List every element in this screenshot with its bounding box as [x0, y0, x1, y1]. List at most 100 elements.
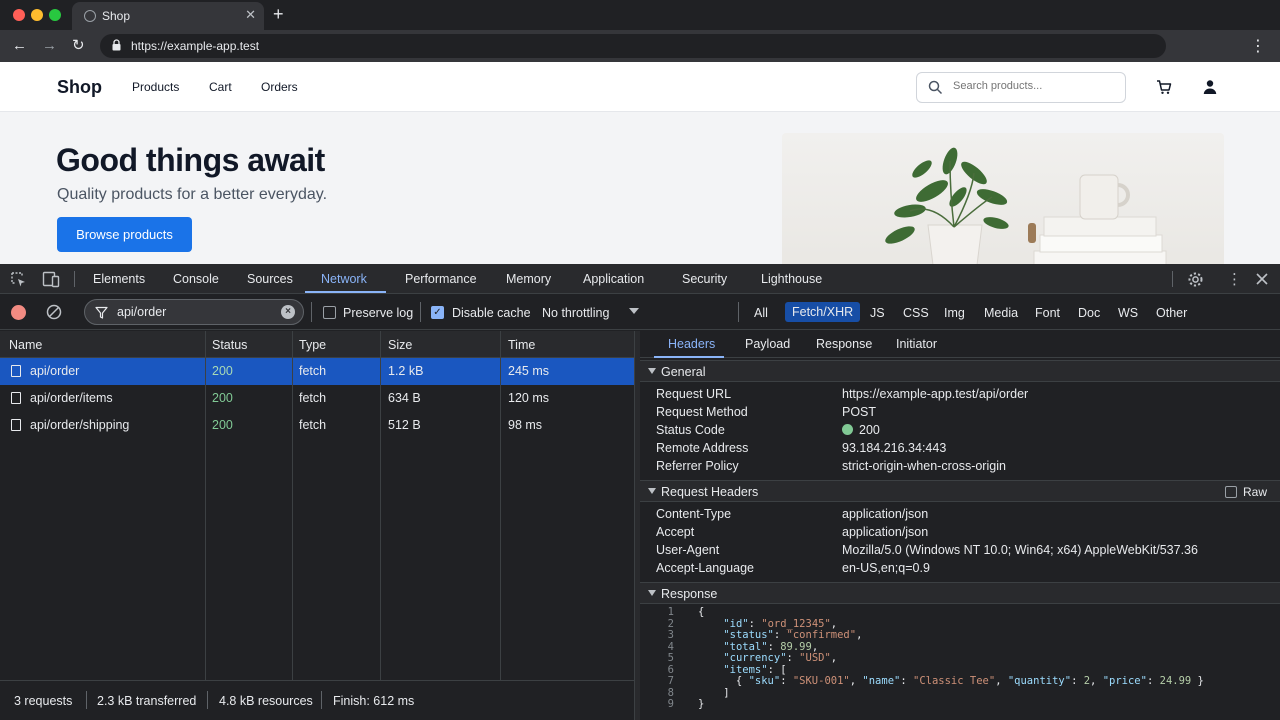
request-name[interactable]: api/order/shipping [30, 418, 129, 432]
type-filter-fetch-xhr[interactable]: Fetch/XHR [785, 302, 861, 322]
type-filter-ws[interactable]: WS [1118, 306, 1138, 320]
col-type[interactable]: Type [299, 338, 326, 352]
col-name[interactable]: Name [9, 338, 42, 352]
section-title[interactable]: Response [661, 587, 717, 601]
browser-toolbar: ← → ↻ https://example-app.test ⋮ [0, 30, 1280, 62]
new-tab-button[interactable]: + [273, 5, 284, 23]
type-filter-doc[interactable]: Doc [1078, 306, 1100, 320]
tab-elements[interactable]: Elements [93, 272, 145, 286]
tab-lighthouse[interactable]: Lighthouse [761, 272, 822, 286]
section-title[interactable]: Request Headers [661, 485, 758, 499]
header-key: Accept [656, 525, 695, 539]
forward-icon[interactable]: → [42, 36, 57, 56]
col-status[interactable]: Status [212, 338, 247, 352]
close-devtools-icon[interactable] [1256, 273, 1268, 285]
address-url[interactable]: https://example-app.test [131, 39, 259, 53]
tab-initiator[interactable]: Initiator [896, 337, 937, 351]
summary-divider [321, 691, 322, 709]
caret-down-icon[interactable] [648, 368, 656, 374]
col-size[interactable]: Size [388, 338, 412, 352]
nav-products[interactable]: Products [132, 80, 179, 94]
type-filter-js[interactable]: JS [870, 306, 885, 320]
tab-network[interactable]: Network [321, 272, 367, 286]
inspect-element-icon[interactable] [10, 271, 27, 288]
minimize-window-button[interactable] [31, 9, 43, 21]
type-filter-media[interactable]: Media [984, 306, 1018, 320]
record-button[interactable] [11, 305, 26, 320]
column-divider[interactable] [292, 331, 293, 684]
column-divider[interactable] [500, 331, 501, 684]
type-filter-font[interactable]: Font [1035, 306, 1060, 320]
request-type: fetch [299, 418, 327, 432]
close-tab-icon[interactable]: ✕ [245, 7, 256, 23]
more-options-icon[interactable]: ⋮ [1227, 270, 1242, 288]
address-bar[interactable]: https://example-app.test [100, 34, 1166, 58]
maximize-window-button[interactable] [49, 9, 61, 21]
column-divider[interactable] [205, 331, 206, 684]
cart-icon[interactable] [1156, 79, 1172, 95]
caret-down-icon[interactable] [648, 590, 656, 596]
search-input[interactable] [953, 80, 1118, 92]
header-value: 200 [859, 423, 880, 437]
disable-cache-label[interactable]: Disable cache [452, 306, 531, 320]
header-key: Referrer Policy [656, 459, 739, 473]
browse-products-button[interactable]: Browse products [57, 217, 192, 252]
filter-input[interactable] [117, 305, 267, 319]
gear-icon[interactable] [1187, 271, 1204, 288]
clear-icon[interactable] [46, 304, 62, 320]
chevron-down-icon[interactable] [629, 308, 639, 314]
preserve-log-checkbox[interactable] [323, 306, 336, 319]
toolbar-divider [311, 302, 312, 322]
back-icon[interactable]: ← [12, 36, 27, 56]
network-filter[interactable]: × [84, 299, 304, 325]
tab-headers[interactable]: Headers [668, 337, 715, 351]
request-name[interactable]: api/order/items [30, 391, 113, 405]
browser-tab-shop[interactable]: Shop ✕ [72, 2, 264, 30]
type-filter-img[interactable]: Img [944, 306, 965, 320]
tab-performance[interactable]: Performance [405, 272, 477, 286]
device-toolbar-icon[interactable] [42, 271, 60, 288]
tab-sources[interactable]: Sources [247, 272, 293, 286]
reload-icon[interactable]: ↻ [72, 36, 85, 56]
table-row[interactable]: api/order 200 fetch 1.2 kB 245 ms [0, 358, 634, 385]
request-name[interactable]: api/order [30, 364, 79, 378]
throttling-select[interactable]: No throttling [542, 306, 609, 320]
raw-label[interactable]: Raw [1243, 485, 1267, 499]
line-number: 9 [667, 698, 674, 710]
raw-checkbox[interactable] [1225, 486, 1237, 498]
tab-security[interactable]: Security [682, 272, 727, 286]
table-row[interactable]: api/order/items 200 fetch 634 B 120 ms [0, 385, 634, 412]
section-request-headers[interactable]: Request Headers Raw [640, 480, 1280, 502]
site-logo[interactable]: Shop [57, 77, 102, 98]
type-filter-css[interactable]: CSS [903, 306, 929, 320]
tab-memory[interactable]: Memory [506, 272, 551, 286]
clear-filter-icon[interactable]: × [281, 305, 295, 319]
table-row[interactable]: api/order/shipping 200 fetch 512 B 98 ms [0, 412, 634, 439]
preserve-log-label[interactable]: Preserve log [343, 306, 413, 320]
nav-orders[interactable]: Orders [261, 80, 298, 94]
product-search[interactable] [916, 72, 1126, 103]
document-icon [11, 419, 21, 431]
close-window-button[interactable] [13, 9, 25, 21]
type-filter-other[interactable]: Other [1156, 306, 1187, 320]
site-header: Shop Products Cart Orders [0, 62, 1280, 112]
code-line: 9} [640, 698, 1280, 711]
tab-payload[interactable]: Payload [745, 337, 790, 351]
type-filter-all[interactable]: All [754, 306, 768, 320]
col-time[interactable]: Time [508, 338, 535, 352]
code-text: { "sku": "SKU-001", "name": "Classic Tee… [698, 675, 1204, 687]
tab-response[interactable]: Response [816, 337, 872, 351]
disable-cache-checkbox[interactable]: ✓ [431, 306, 444, 319]
section-title[interactable]: General [661, 365, 705, 379]
nav-cart[interactable]: Cart [209, 80, 232, 94]
header-value: Mozilla/5.0 (Windows NT 10.0; Win64; x64… [842, 543, 1198, 557]
user-account-icon[interactable] [1202, 79, 1218, 95]
section-general[interactable]: General [640, 360, 1280, 382]
header-key: Request URL [656, 387, 732, 401]
section-response[interactable]: Response [640, 582, 1280, 604]
tab-console[interactable]: Console [173, 272, 219, 286]
caret-down-icon[interactable] [648, 488, 656, 494]
tab-application[interactable]: Application [583, 272, 644, 286]
browser-menu-icon[interactable]: ⋮ [1250, 36, 1266, 56]
column-divider[interactable] [380, 331, 381, 684]
